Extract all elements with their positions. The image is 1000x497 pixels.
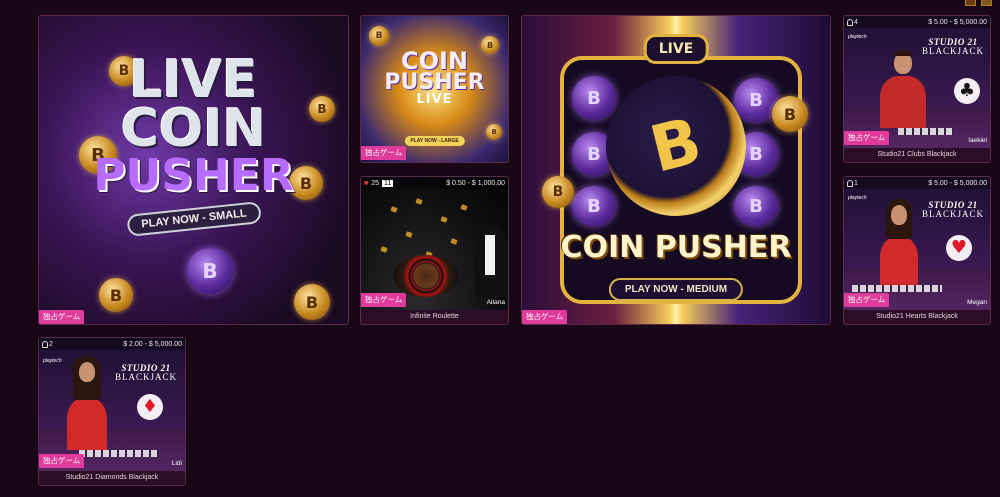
history-icon: ■ <box>364 179 369 187</box>
coin-icon <box>486 124 502 140</box>
live-label: LIVE <box>643 34 709 64</box>
chip-icon <box>450 238 458 245</box>
table-info-bar: 2 $ 2.00 - $ 5,000.00 <box>39 338 185 350</box>
chip-icon <box>390 206 398 213</box>
result-history: ■ 25 11 <box>364 179 394 187</box>
seats-count: 4 <box>854 18 858 26</box>
game-tile-coin-pusher-live-large[interactable]: COIN PUSHER LIVE PLAY NOW - LARGE 独占ゲーム <box>360 15 509 163</box>
grid-view-icon[interactable] <box>965 0 976 6</box>
chip-icon <box>460 204 468 211</box>
exclusive-badge: 独占ゲーム <box>844 293 890 307</box>
chip-icon <box>415 198 423 205</box>
game-title: Studio21 Clubs Blackjack <box>844 148 990 162</box>
coin-icon <box>572 76 616 120</box>
coin-icon <box>294 284 330 320</box>
game-tile-infinite-roulette[interactable]: ■ 25 11 $ 0.50 - $ 1,000.00 独占ゲーム Aitana… <box>360 176 509 325</box>
dealer-name: Megan <box>967 299 987 306</box>
b-logo-icon: B <box>643 104 709 188</box>
roulette-wheel <box>393 255 459 297</box>
game-tile-studio21-hearts-blackjack[interactable]: playtech STUDIO 21 BLACKJACK ♥ 1 $ 5.00 … <box>843 176 991 325</box>
game-art: LIVE COIN PUSHER PLAY NOW - SMALL <box>39 16 348 324</box>
coin-icon <box>99 278 133 312</box>
play-now-label: PLAY NOW - LARGE <box>404 136 465 146</box>
chip-icon <box>440 216 448 223</box>
coin-icon <box>734 186 778 226</box>
art-title-line: LIVE <box>129 50 258 110</box>
dealer-name: Aitana <box>486 299 505 306</box>
clubs-icon: ♣ <box>954 78 980 104</box>
coin-icon <box>572 186 616 226</box>
art-title-line: PUSHER <box>384 69 485 95</box>
diamonds-icon: ♦ <box>137 394 163 420</box>
art-title-line: COIN <box>120 99 267 160</box>
result-number: 25 <box>371 179 380 187</box>
coin-icon <box>772 96 808 132</box>
exclusive-badge: 独占ゲーム <box>844 131 890 145</box>
chip-icon <box>380 246 388 253</box>
table-info-bar: ■ 25 11 $ 0.50 - $ 1,000.00 <box>361 177 508 189</box>
game-art: B LIVE COIN PUSHER PLAY NOW - MEDIUM <box>522 16 830 324</box>
art-title-line: PUSHER <box>93 149 294 201</box>
exclusive-badge: 独占ゲーム <box>39 454 85 468</box>
bet-range: $ 2.00 - $ 5,000.00 <box>123 340 182 348</box>
game-title: Infinite Roulette <box>361 310 508 324</box>
exclusive-badge: 独占ゲーム <box>39 310 85 324</box>
dealer <box>67 398 107 450</box>
coin-icon <box>542 176 574 208</box>
dealer-name: Iaekiel <box>968 137 987 144</box>
chip-icon <box>405 231 413 238</box>
seats-count: 2 <box>49 340 53 348</box>
seats-icon <box>847 179 853 187</box>
dealer <box>880 76 926 128</box>
result-number: 11 <box>382 179 394 187</box>
exclusive-badge: 独占ゲーム <box>361 146 407 160</box>
table-info-bar: 1 $ 5.00 - $ 5,000.00 <box>844 177 990 189</box>
game-art: COIN PUSHER LIVE PLAY NOW - LARGE <box>361 16 508 162</box>
exclusive-badge: 独占ゲーム <box>361 293 407 307</box>
coin-icon <box>369 26 389 46</box>
provider-logo: playtech <box>848 195 867 201</box>
game-tile-studio21-diamonds-blackjack[interactable]: playtech STUDIO 21 BLACKJACK ♦ 2 $ 2.00 … <box>38 337 186 486</box>
bet-range: $ 5.00 - $ 5,000.00 <box>928 179 987 187</box>
play-now-label: PLAY NOW - MEDIUM <box>608 278 744 301</box>
art-title: COIN PUSHER <box>560 230 792 265</box>
view-toggle[interactable] <box>965 0 992 6</box>
game-tile-studio21-clubs-blackjack[interactable]: playtech STUDIO 21 BLACKJACK ♣ 4 $ 5.00 … <box>843 15 991 163</box>
studio-sign: STUDIO 21 BLACKJACK <box>921 200 984 219</box>
exclusive-badge: 独占ゲーム <box>522 310 568 324</box>
studio-sign: STUDIO 21 BLACKJACK <box>921 37 984 56</box>
hearts-icon: ♥ <box>946 235 972 261</box>
art-title-line: LIVE <box>416 91 453 107</box>
dealer-name: Lidi <box>171 460 182 467</box>
coin-icon <box>187 248 233 294</box>
bet-range: $ 0.50 - $ 1,000.00 <box>446 179 505 187</box>
game-tile-live-coin-pusher-small[interactable]: LIVE COIN PUSHER PLAY NOW - SMALL 独占ゲーム <box>38 15 349 325</box>
seats-icon <box>42 340 48 348</box>
game-tile-coin-pusher-medium[interactable]: B LIVE COIN PUSHER PLAY NOW - MEDIUM 独占ゲ… <box>521 15 831 325</box>
bet-range: $ 5.00 - $ 5,000.00 <box>928 18 987 26</box>
provider-logo: playtech <box>43 358 62 364</box>
list-view-icon[interactable] <box>981 0 992 6</box>
provider-logo: playtech <box>848 34 867 40</box>
game-title: Studio21 Diamonds Blackjack <box>39 471 185 485</box>
seats-count: 1 <box>854 179 858 187</box>
dealer <box>880 237 918 287</box>
seats-icon <box>847 18 853 26</box>
game-title: Studio21 Hearts Blackjack <box>844 310 990 324</box>
play-now-label: PLAY NOW - SMALL <box>125 201 262 237</box>
studio-sign: STUDIO 21 BLACKJACK <box>114 363 177 382</box>
table-info-bar: 4 $ 5.00 - $ 5,000.00 <box>844 16 990 28</box>
